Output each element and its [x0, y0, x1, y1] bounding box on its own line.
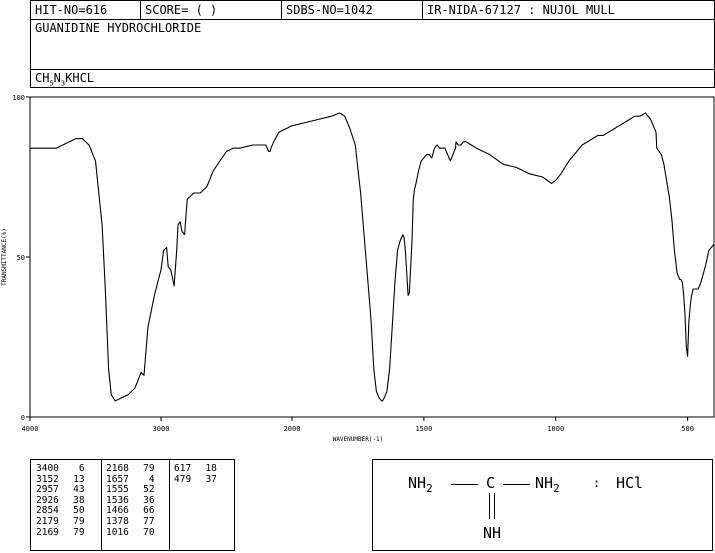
peak-intensity: 79	[73, 526, 85, 538]
peak-wavenumber: 479	[174, 473, 192, 485]
formula-part-ch: CH	[35, 71, 50, 85]
peak-column-1: 3400 6 3152 13 2957 43 2926 38 2854 50 2179 7…	[36, 463, 94, 539]
peak-intensity: 79	[143, 463, 155, 474]
x-tick-label: 2000	[284, 425, 301, 433]
peak-wavenumber: 617	[174, 463, 192, 474]
plot-frame	[29, 96, 715, 418]
peak-intensity: 18	[205, 463, 217, 474]
peak-wavenumber: 2179	[36, 515, 59, 527]
double-bond-line-1	[489, 493, 490, 519]
amine-left-sub: 2	[426, 482, 433, 495]
central-carbon: C	[486, 474, 496, 492]
peak-intensity: 6	[78, 463, 85, 474]
hydrochloride-label: HCl	[616, 474, 644, 492]
peak-wavenumber: 3400	[36, 463, 59, 474]
amine-left-label: NH	[408, 474, 427, 492]
peak-wavenumber: 1016	[106, 526, 129, 538]
spectrum-line	[30, 112, 715, 402]
hit-number: HIT-NO=616	[31, 1, 141, 19]
peak-intensity: 79	[73, 515, 85, 527]
peak-intensity: 77	[143, 515, 155, 527]
peak-wavenumber: 3152	[36, 473, 59, 485]
score: SCORE= ( )	[141, 1, 282, 19]
double-bond-line-2	[494, 493, 495, 519]
amine-right-sub: 2	[553, 482, 560, 495]
y-tick-label: 0	[21, 414, 25, 422]
imine-label: NH	[483, 524, 502, 542]
y-tick-label: 50	[17, 254, 25, 262]
y-axis-label: TRANSMITTANCE(%)	[1, 228, 8, 286]
peak-divider-2	[169, 460, 170, 550]
amine-left: NH2	[408, 474, 433, 495]
peak-wavenumber: 1378	[106, 515, 129, 527]
x-tick-label: 500	[681, 425, 694, 433]
peak-wavenumber: 2926	[36, 494, 59, 506]
x-tick-label: 3000	[153, 425, 170, 433]
peak-row: 2169 79	[36, 526, 94, 539]
header-divider	[31, 19, 714, 20]
peak-column-3: 617 18 479 37	[174, 463, 232, 486]
peak-wavenumber: 1555	[106, 484, 129, 496]
formula-divider	[31, 69, 714, 70]
sdbs-number: SDBS-NO=1042	[282, 1, 423, 19]
peak-wavenumber: 2168	[106, 463, 129, 474]
peak-wavenumber: 1466	[106, 505, 129, 517]
peak-divider-1	[101, 460, 102, 550]
ir-spectrum-chart: 4000 3000 2000 1500 1000 500 0 50 100 WAVENUMBER(…	[1, 94, 715, 443]
x-tick-label: 1000	[547, 425, 564, 433]
peak-wavenumber: 1657	[106, 473, 129, 485]
formula-part-hcl: HCL	[72, 71, 95, 85]
y-tick-label: 100	[12, 94, 25, 102]
peak-column-2: 2168 79 1657 4 1555 52 1536 36 1466 66 1378 7…	[106, 463, 164, 539]
compound-name: GUANIDINE HYDROCHLORIDE	[35, 21, 202, 35]
x-axis-label: WAVENUMBER(-1)	[333, 436, 384, 443]
peak-table: 3400 6 3152 13 2957 43 2926 38 2854 50 2179 7…	[30, 459, 235, 551]
structure-box: NH2 C NH2 : HCl NH	[372, 459, 713, 551]
peak-intensity: 70	[143, 526, 155, 538]
peak-row: 1016 70	[106, 526, 164, 539]
peak-intensity: 37	[205, 473, 217, 485]
bond-right	[503, 484, 530, 485]
peak-wavenumber: 2957	[36, 484, 59, 496]
formula-part-n: N	[53, 71, 61, 85]
header-box: HIT-NO=616 SCORE= ( ) SDBS-NO=1042 IR-NI…	[30, 0, 715, 88]
x-tick-label: 1500	[415, 425, 432, 433]
molecular-formula: CH5N3KHCL	[35, 71, 94, 87]
salt-separator: :	[593, 476, 601, 490]
bond-left	[451, 484, 478, 485]
ir-identifier: IR-NIDA-67127 : NUJOL MULL	[427, 3, 615, 17]
amine-right: NH2	[535, 474, 560, 495]
peak-row: 479 37	[174, 473, 232, 486]
peak-wavenumber: 2169	[36, 526, 59, 538]
chart-layer: 4000 3000 2000 1500 1000 500 0 50 100 WAVENUMBER(…	[1, 94, 715, 443]
peak-wavenumber: 2854	[36, 505, 59, 517]
x-tick-label: 4000	[22, 425, 39, 433]
peak-wavenumber: 1536	[106, 494, 129, 506]
amine-right-label: NH	[535, 474, 554, 492]
